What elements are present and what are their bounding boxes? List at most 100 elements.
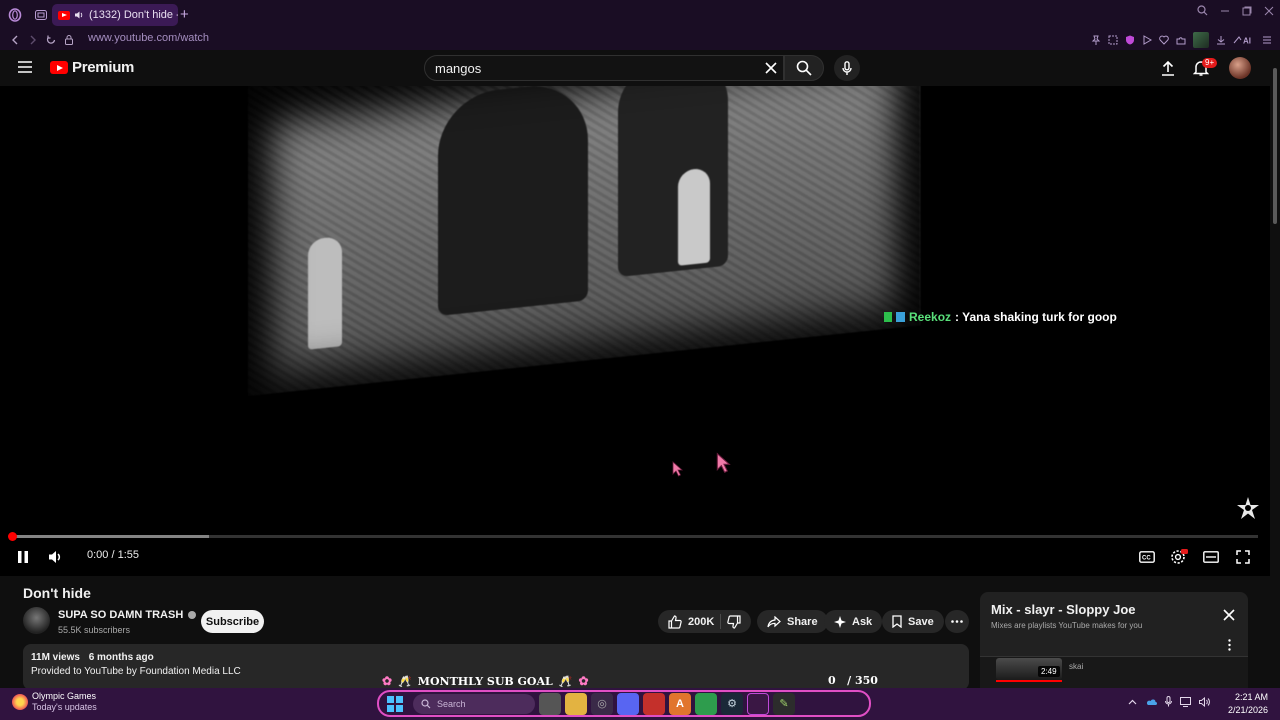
taskbar-search[interactable]: Search	[413, 693, 535, 714]
menu-icon[interactable]	[17, 60, 33, 74]
app-icon[interactable]: ◎	[591, 692, 613, 715]
channel-name-row[interactable]: SUPA SO DAMN TRASH	[58, 609, 197, 621]
file-explorer-icon[interactable]	[565, 692, 587, 715]
easy-setup-icon[interactable]	[1262, 35, 1272, 45]
ask-button[interactable]: Ask	[824, 610, 883, 633]
profile-thumbnail[interactable]	[1193, 32, 1209, 48]
microphone-icon	[842, 60, 852, 75]
subscribe-button[interactable]: Subscribe	[201, 610, 264, 633]
restore-icon[interactable]	[1242, 5, 1252, 16]
theater-icon	[1203, 551, 1219, 563]
view-count: 11M views	[31, 652, 80, 663]
create-upload-icon[interactable]	[1159, 59, 1177, 77]
captions-button[interactable]: CC	[1137, 547, 1157, 567]
onedrive-icon[interactable]	[1145, 698, 1157, 706]
media-app-icon[interactable]	[643, 692, 665, 715]
taskbar-apps: Search ◎ A ⚙ ✎	[377, 690, 871, 717]
steam-icon[interactable]: ⚙	[721, 692, 743, 715]
save-button[interactable]: Save	[882, 610, 944, 633]
pause-button[interactable]	[13, 547, 33, 567]
minimize-icon[interactable]	[1220, 5, 1230, 16]
dislike-button[interactable]	[727, 614, 741, 629]
share-icon	[767, 615, 781, 628]
widgets-button[interactable]: Olympic Games Today's updates	[12, 691, 97, 712]
volume-icon	[49, 551, 61, 563]
task-view-icon[interactable]	[539, 692, 561, 715]
channel-avatar[interactable]	[23, 607, 50, 634]
share-button[interactable]: Share	[757, 610, 828, 633]
back-icon[interactable]	[6, 31, 24, 49]
pen-app-icon[interactable]: ✎	[773, 692, 795, 715]
tab-islands-icon[interactable]	[30, 4, 52, 26]
url-field[interactable]: www.youtube.com/watch	[88, 32, 209, 44]
goal-current: 0	[828, 674, 836, 687]
reload-icon[interactable]	[42, 31, 60, 49]
voice-search-button[interactable]	[834, 55, 860, 81]
video-player[interactable]: Reekoz : Yana shaking turk for goop 0:00…	[0, 86, 1270, 576]
forward-icon[interactable]	[24, 31, 42, 49]
close-icon[interactable]	[1222, 608, 1236, 622]
browser-tab-active[interactable]: (1332) Don't hide - You	[52, 4, 178, 26]
progress-bar[interactable]	[12, 535, 1258, 538]
microphone-icon[interactable]	[1165, 696, 1172, 707]
sub-goal-count: 0 / 350	[828, 674, 878, 687]
thumbs-up-icon	[668, 614, 682, 629]
like-count[interactable]: 200K	[688, 616, 714, 628]
vlc-icon[interactable]: A	[669, 692, 691, 715]
download-icon[interactable]	[1216, 35, 1226, 45]
adblock-shield-icon[interactable]	[1125, 35, 1135, 45]
discord-icon[interactable]	[617, 692, 639, 715]
youtube-premium-logo[interactable]: Premium	[50, 59, 134, 76]
search-input[interactable]	[435, 56, 755, 80]
page-scrollbar[interactable]	[1270, 60, 1280, 688]
champagne-icon: 🥂	[398, 674, 412, 688]
search-tabs-icon[interactable]	[1197, 5, 1208, 16]
user-avatar[interactable]	[1229, 57, 1251, 79]
speaker-icon[interactable]	[75, 11, 84, 19]
search-button[interactable]	[784, 55, 824, 81]
heart-icon[interactable]	[1159, 35, 1169, 45]
live-chat-overlay: Reekoz : Yana shaking turk for goop	[884, 310, 1117, 324]
volume-button[interactable]	[46, 547, 66, 567]
settings-button[interactable]	[1169, 547, 1189, 567]
video-frame	[248, 86, 920, 396]
theater-mode-button[interactable]	[1201, 547, 1221, 567]
display-icon[interactable]	[1180, 696, 1191, 707]
chevron-up-icon[interactable]	[1128, 699, 1137, 705]
captions-icon: CC	[1139, 551, 1155, 563]
sub-goal-overlay: ✿ 🥂 MONTHLY SUB GOAL 🥂 ✿	[382, 674, 589, 688]
more-vertical-icon[interactable]	[1226, 638, 1232, 652]
channel-name[interactable]: SUPA SO DAMN TRASH	[58, 609, 183, 621]
clock-time: 2:21 AM	[1234, 692, 1268, 702]
like-button[interactable]	[668, 614, 682, 629]
windows-start-icon[interactable]	[387, 695, 403, 712]
more-actions-button[interactable]	[945, 610, 969, 633]
opera-gx-icon[interactable]	[747, 692, 769, 715]
clear-search-icon[interactable]	[762, 59, 780, 77]
mix-watched-bar	[996, 680, 1062, 682]
progress-scrubber[interactable]	[8, 532, 17, 541]
whatsapp-icon[interactable]	[695, 692, 717, 715]
system-clock[interactable]: 2:21 AM 2/21/2026	[1228, 691, 1268, 717]
volume-icon[interactable]	[1199, 696, 1211, 707]
window-controls	[1197, 5, 1274, 16]
close-window-icon[interactable]	[1264, 5, 1274, 16]
channel-watermark-icon[interactable]	[1236, 496, 1260, 520]
mix-playlist-panel: Mix - slayr - Sloppy Joe Mixes are playl…	[980, 592, 1248, 690]
new-tab-button[interactable]: +	[180, 5, 194, 25]
lock-icon[interactable]	[60, 31, 78, 49]
opera-logo-icon[interactable]	[0, 0, 30, 30]
scrollbar-thumb[interactable]	[1273, 68, 1277, 224]
extensions-icon[interactable]	[1176, 35, 1186, 45]
aria-ai-icon[interactable]: AI	[1233, 35, 1255, 45]
fullscreen-button[interactable]	[1233, 547, 1253, 567]
pin-icon[interactable]	[1091, 35, 1101, 45]
mix-item-label: skai	[1069, 662, 1084, 671]
goal-total: / 350	[847, 674, 878, 687]
player-icon[interactable]	[1142, 35, 1152, 45]
mix-title[interactable]: Mix - slayr - Sloppy Joe	[991, 602, 1136, 617]
brand-label: Premium	[72, 59, 135, 76]
snapshot-icon[interactable]	[1108, 35, 1118, 45]
progress-buffered	[12, 535, 209, 538]
cursor-small-icon	[672, 461, 684, 477]
